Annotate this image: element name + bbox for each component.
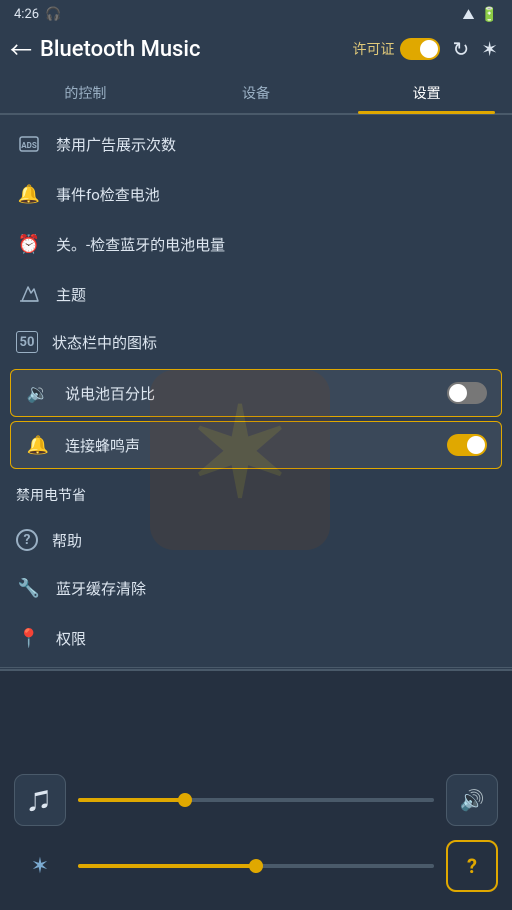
item-label: 状态栏中的图标 bbox=[52, 332, 496, 353]
tab-device[interactable]: 设备 bbox=[171, 73, 342, 113]
item-label: 权限 bbox=[56, 628, 496, 649]
list-item[interactable]: 🔧 蓝牙缓存清除 bbox=[0, 563, 512, 613]
list-item[interactable]: ADS 禁用广告展示次数 bbox=[0, 119, 512, 169]
bt-slider-thumb bbox=[249, 859, 263, 873]
bottom-player: ♫ 🔊 ✶ ? bbox=[0, 670, 512, 910]
theme-icon bbox=[16, 281, 42, 307]
status-time: 4:26 bbox=[14, 7, 39, 22]
divider-mid bbox=[0, 667, 512, 668]
item-label: 事件fo检查电池 bbox=[56, 184, 496, 205]
list-item[interactable]: ? 帮助 bbox=[0, 517, 512, 563]
permission-label: 许可证 bbox=[352, 39, 394, 59]
headphones-icon: 🎧 bbox=[45, 7, 61, 22]
top-bar: ← Bluetooth Music 许可证 ↻ ✶ bbox=[0, 27, 512, 73]
toggle-battery[interactable] bbox=[447, 382, 487, 404]
permission-row: 许可证 bbox=[352, 38, 440, 60]
item-label: 禁用广告展示次数 bbox=[56, 134, 496, 155]
tab-control[interactable]: 的控制 bbox=[0, 73, 171, 113]
list-item[interactable]: 🔔 事件fo检查电池 bbox=[0, 169, 512, 219]
item-label: 帮助 bbox=[52, 530, 496, 551]
tab-settings[interactable]: 设置 bbox=[341, 73, 512, 113]
music-icon: ♫ bbox=[29, 784, 51, 816]
ads-icon: ADS bbox=[16, 131, 42, 157]
clock-icon: ⏰ bbox=[16, 231, 42, 257]
permission-toggle[interactable] bbox=[400, 38, 440, 60]
tabs: 的控制 设备 设置 bbox=[0, 73, 512, 114]
bt-slider[interactable] bbox=[78, 864, 434, 868]
bell-icon: 🔔 bbox=[16, 181, 42, 207]
toggle-row-battery: 🔉 说电池百分比 bbox=[10, 369, 502, 417]
bell2-icon: 🔔 bbox=[25, 432, 51, 458]
back-button[interactable]: ← bbox=[10, 33, 32, 65]
location-icon: 📍 bbox=[16, 625, 42, 651]
toggle-row-beep: 🔔 连接蜂鸣声 bbox=[10, 421, 502, 469]
item-label: 禁用电节省 bbox=[16, 485, 496, 505]
list-item[interactable]: 主题 bbox=[0, 269, 512, 319]
refresh-icon[interactable]: ↻ bbox=[452, 37, 469, 61]
music-volume-row: ♫ 🔊 bbox=[14, 774, 498, 826]
wifi-icon: ▲ bbox=[463, 6, 475, 23]
bt-player-icon: ✶ bbox=[14, 854, 66, 879]
toggle-label-battery: 说电池百分比 bbox=[65, 383, 433, 404]
toggle-beep[interactable] bbox=[447, 434, 487, 456]
item-label: 蓝牙缓存清除 bbox=[56, 578, 496, 599]
status-bar: 4:26 🎧 ▲ 🔋 bbox=[0, 0, 512, 27]
svg-text:ADS: ADS bbox=[21, 141, 37, 150]
battery-icon: 🔋 bbox=[481, 7, 498, 23]
bluetooth-icon[interactable]: ✶ bbox=[481, 37, 498, 61]
bt-slider-fill bbox=[78, 864, 256, 868]
music-slider-fill bbox=[78, 798, 185, 802]
help-icon: ? bbox=[16, 529, 38, 551]
item-label: 关。-检查蓝牙的电池电量 bbox=[56, 234, 496, 255]
page-title: Bluetooth Music bbox=[40, 37, 344, 62]
list-item[interactable]: 禁用电节省 bbox=[0, 473, 512, 517]
volume-button[interactable]: 🔊 bbox=[446, 774, 498, 826]
music-slider[interactable] bbox=[78, 798, 434, 802]
wrench-icon: 🔧 bbox=[16, 575, 42, 601]
volume-icon: 🔊 bbox=[460, 788, 485, 812]
list-item[interactable]: ⏰ 关。-检查蓝牙的电池电量 bbox=[0, 219, 512, 269]
list-item[interactable]: 📍 权限 bbox=[0, 613, 512, 663]
toggle-label-beep: 连接蜂鸣声 bbox=[65, 435, 433, 456]
status-icon: 50 bbox=[16, 331, 38, 353]
help-circle-button[interactable]: ? bbox=[446, 840, 498, 892]
item-label: 主题 bbox=[56, 284, 496, 305]
bt-volume-row: ✶ ? bbox=[14, 840, 498, 892]
music-button[interactable]: ♫ bbox=[14, 774, 66, 826]
list-item[interactable]: 50 状态栏中的图标 bbox=[0, 319, 512, 365]
speaker-icon: 🔉 bbox=[25, 380, 51, 406]
music-slider-thumb bbox=[178, 793, 192, 807]
top-actions: 许可证 ↻ ✶ bbox=[352, 37, 498, 61]
